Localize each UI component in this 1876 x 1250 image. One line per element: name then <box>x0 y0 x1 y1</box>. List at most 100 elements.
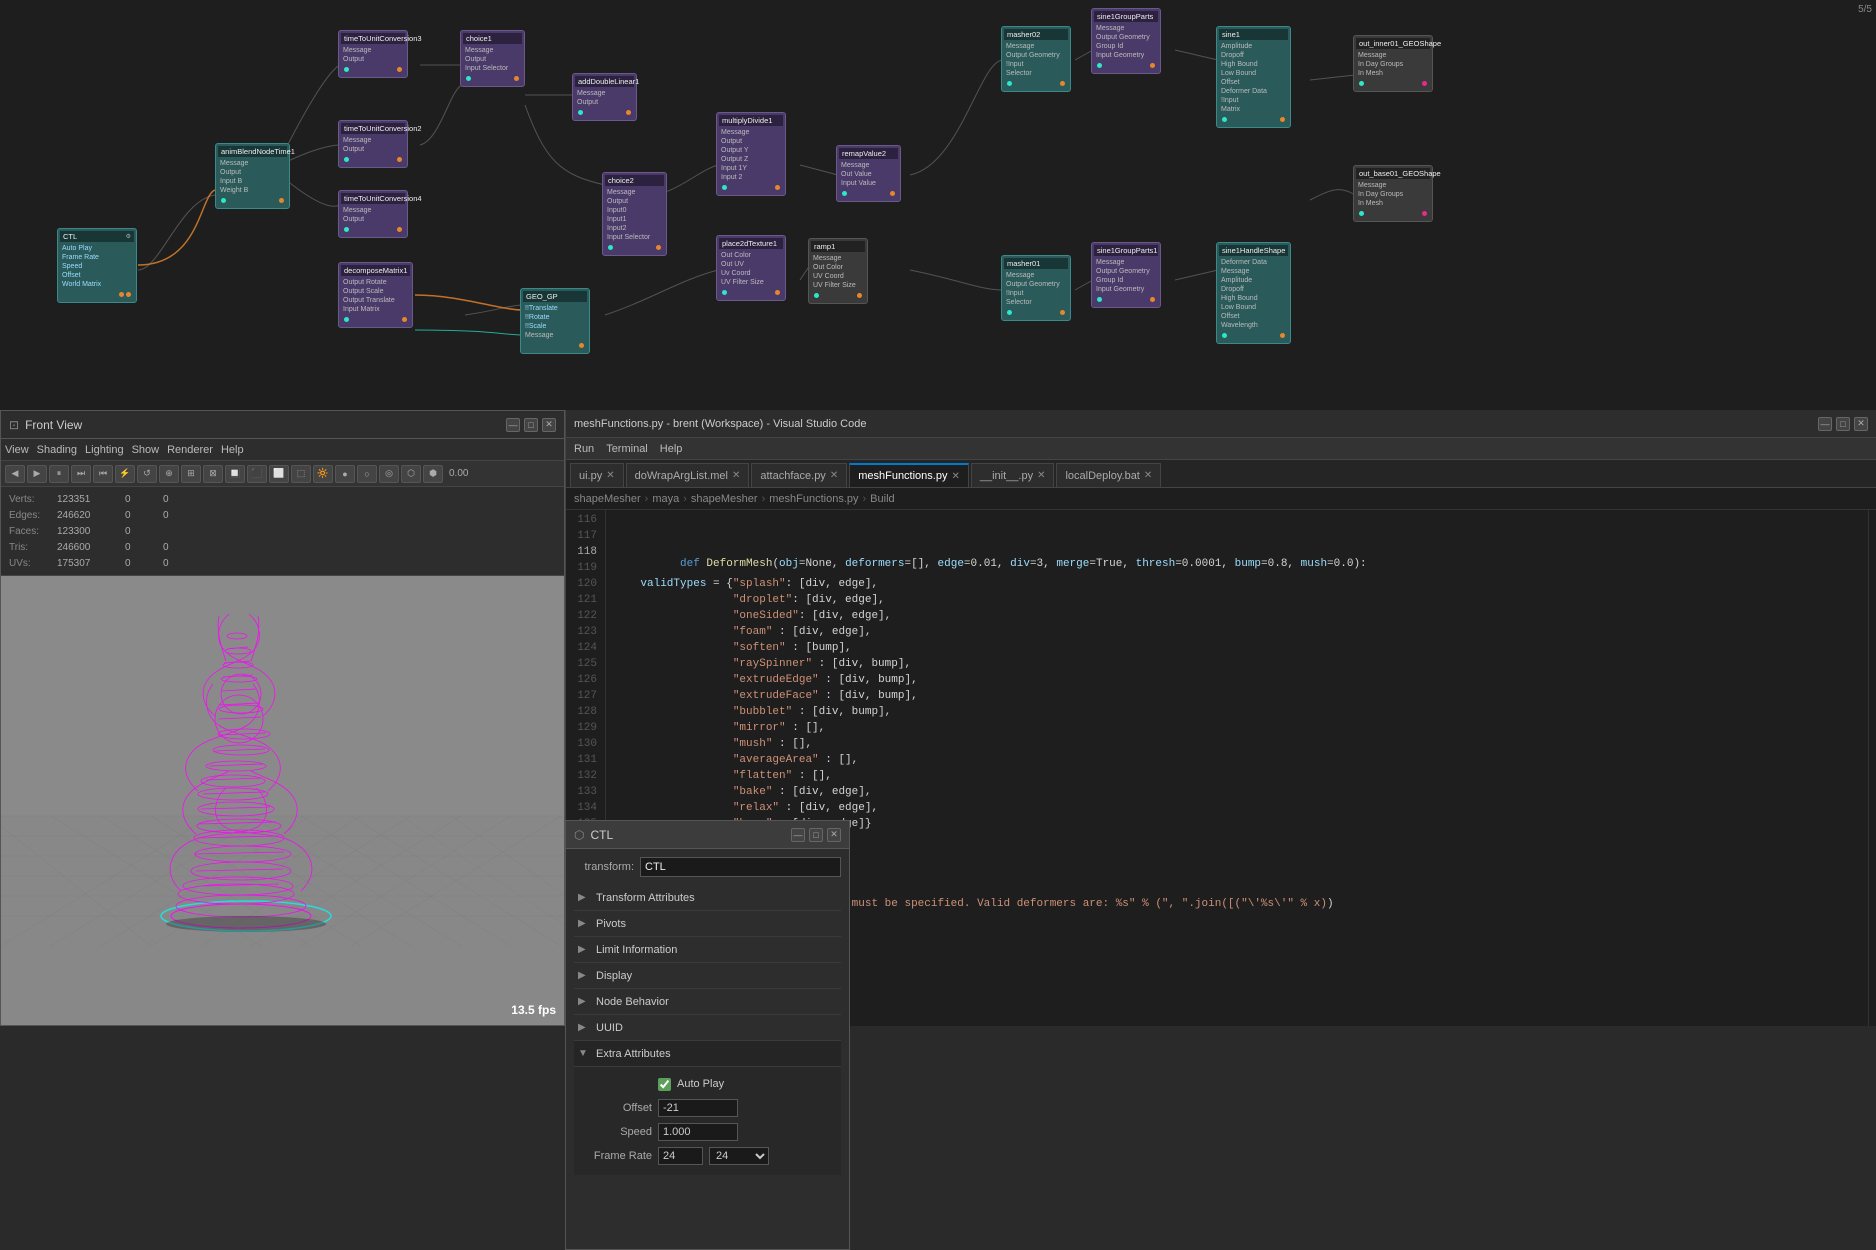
viewport-canvas[interactable]: 13.5 fps <box>1 576 564 1025</box>
tab-close-init[interactable]: ✕ <box>1037 470 1045 481</box>
node-animblend[interactable]: animBlendNodeTime1 Message Output Input … <box>215 143 290 209</box>
node-geogp[interactable]: GEO_GP !!Translate !!Rotate !!Scale Mess… <box>520 288 590 354</box>
section-uuid[interactable]: ▶ UUID <box>574 1015 841 1041</box>
toolbar-btn-4[interactable]: ⏭ <box>71 465 91 483</box>
tab-localdeploy[interactable]: localDeploy.bat ✕ <box>1056 463 1161 487</box>
maximize-btn[interactable]: □ <box>524 418 538 432</box>
speed-input[interactable] <box>658 1123 738 1141</box>
section-limit-info[interactable]: ▶ Limit Information <box>574 937 841 963</box>
breadcrumb-item-4[interactable]: meshFunctions.py <box>769 493 858 505</box>
toolbar-btn-3[interactable]: ⏸ <box>49 465 69 483</box>
node-masher01[interactable]: masher01 Message Output Geometry !Input … <box>1001 255 1071 321</box>
vscode-maximize[interactable]: □ <box>1836 417 1850 431</box>
node-ramp[interactable]: ramp1 Message Out Color UV Coord UV Filt… <box>808 238 868 304</box>
frame-rate-input[interactable] <box>658 1147 703 1165</box>
toolbar-btn-8[interactable]: ⊕ <box>159 465 179 483</box>
node-multiply[interactable]: multiplyDivide1 Message Output Output Y … <box>716 112 786 196</box>
node-remap[interactable]: remapValue2 Message Out Value Input Valu… <box>836 145 901 202</box>
toolbar-btn-15[interactable]: 🔆 <box>313 465 333 483</box>
toolbar-btn-1[interactable]: ◀ <box>5 465 25 483</box>
auto-play-label: Auto Play <box>677 1078 724 1090</box>
toolbar-btn-11[interactable]: 🔲 <box>225 465 245 483</box>
ctl-maximize-btn[interactable]: □ <box>809 828 823 842</box>
menu-show[interactable]: Show <box>132 444 160 456</box>
ln-130: 130 <box>566 738 605 754</box>
minimize-btn[interactable]: — <box>506 418 520 432</box>
node-add[interactable]: addDoubleLinear1 Message Output <box>572 73 637 121</box>
section-pivots[interactable]: ▶ Pivots <box>574 911 841 937</box>
tab-close-meshfunctions[interactable]: ✕ <box>951 471 959 482</box>
tab-init[interactable]: __init__.py ✕ <box>971 463 1055 487</box>
breadcrumb-item-2[interactable]: maya <box>652 493 679 505</box>
toolbar-btn-17[interactable]: ○ <box>357 465 377 483</box>
frame-rate-dropdown[interactable]: 24 25 30 48 60 <box>709 1147 769 1165</box>
toolbar-btn-18[interactable]: ◎ <box>379 465 399 483</box>
tab-close-ui[interactable]: ✕ <box>606 470 614 481</box>
menu-lighting[interactable]: Lighting <box>85 444 124 456</box>
menu-terminal[interactable]: Terminal <box>606 443 648 455</box>
auto-play-checkbox[interactable] <box>658 1078 671 1091</box>
menu-renderer[interactable]: Renderer <box>167 444 213 456</box>
toolbar-btn-16[interactable]: ● <box>335 465 355 483</box>
toolbar-btn-5[interactable]: ⏮ <box>93 465 113 483</box>
close-btn[interactable]: ✕ <box>542 418 556 432</box>
toolbar-btn-10[interactable]: ⊠ <box>203 465 223 483</box>
tab-close-attachface[interactable]: ✕ <box>830 470 838 481</box>
node-timeunit4[interactable]: timeToUnitConversion4 Message Output <box>338 190 408 238</box>
node-choice2[interactable]: choice2 Message Output Input0 Input1 Inp… <box>602 172 667 256</box>
toolbar-btn-19[interactable]: ⬡ <box>401 465 421 483</box>
node-timeunit2[interactable]: timeToUnitConversion2 Message Output <box>338 120 408 168</box>
node-place2d[interactable]: place2dTexture1 Out Color Out UV Uv Coor… <box>716 235 786 301</box>
transform-input[interactable] <box>640 857 841 877</box>
menu-shading[interactable]: Shading <box>37 444 77 456</box>
node-out-inner[interactable]: out_inner01_GEOShape Message In Day Grou… <box>1353 35 1433 92</box>
vscode-scrollbar[interactable] <box>1868 510 1876 1026</box>
toolbar-btn-13[interactable]: ⬜ <box>269 465 289 483</box>
offset-input[interactable] <box>658 1099 738 1117</box>
tab-ui-py[interactable]: ui.py ✕ <box>570 463 624 487</box>
vscode-minimize[interactable]: — <box>1818 417 1832 431</box>
section-display[interactable]: ▶ Display <box>574 963 841 989</box>
section-node-behavior[interactable]: ▶ Node Behavior <box>574 989 841 1015</box>
breadcrumb-item-3[interactable]: shapeMesher <box>691 493 758 505</box>
ctl-minimize-btn[interactable]: — <box>791 828 805 842</box>
node-masher02[interactable]: masher02 Message Output Geometry !Input … <box>1001 26 1071 92</box>
node-timeunit3[interactable]: timeToUnitConversion3 Message Output <box>338 30 408 78</box>
node-out-base[interactable]: out_base01_GEOShape Message In Day Group… <box>1353 165 1433 222</box>
toolbar-btn-7[interactable]: ↺ <box>137 465 157 483</box>
toolbar-btn-9[interactable]: ⊞ <box>181 465 201 483</box>
node-graph[interactable]: CTL ⚙ Auto Play Frame Rate Speed Offset … <box>0 0 1876 410</box>
front-view-title: ⊡ Front View <box>9 418 82 432</box>
toolbar-btn-14[interactable]: ⬚ <box>291 465 311 483</box>
section-extra-attrs[interactable]: ▼ Extra Attributes <box>574 1041 841 1067</box>
code-line-120: validTypes = {"splash": [div, edge], <box>614 578 1860 594</box>
tab-dowrap[interactable]: doWrapArgList.mel ✕ <box>626 463 750 487</box>
code-line-126: "extrudeEdge" : [div, bump], <box>614 674 1860 690</box>
menu-run[interactable]: Run <box>574 443 594 455</box>
toolbar-btn-6[interactable]: ⚡ <box>115 465 135 483</box>
node-ctl[interactable]: CTL ⚙ Auto Play Frame Rate Speed Offset … <box>57 228 137 303</box>
node-decompose[interactable]: decomposeMatrix1 Output Rotate Output Sc… <box>338 262 413 328</box>
ctl-close-btn[interactable]: ✕ <box>827 828 841 842</box>
node-sine1[interactable]: sine1 Amplitude Dropoff High Bound Low B… <box>1216 26 1291 128</box>
node-sine1gp1[interactable]: sine1GroupParts1 Message Output Geometry… <box>1091 242 1161 308</box>
vscode-close[interactable]: ✕ <box>1854 417 1868 431</box>
menu-help[interactable]: Help <box>221 444 244 456</box>
menu-view[interactable]: View <box>5 444 29 456</box>
node-sine1handle[interactable]: sine1HandleShape Deformer Data Message A… <box>1216 242 1291 344</box>
node-sine1gp[interactable]: sine1GroupParts Message Output Geometry … <box>1091 8 1161 74</box>
toolbar-btn-12[interactable]: ⬛ <box>247 465 267 483</box>
section-transform-attrs[interactable]: ▶ Transform Attributes <box>574 885 841 911</box>
toolbar-btn-2[interactable]: ▶ <box>27 465 47 483</box>
breadcrumb-item-1[interactable]: shapeMesher <box>574 493 641 505</box>
stat-val-verts: 123351 <box>57 494 117 505</box>
breadcrumb-item-5[interactable]: Build <box>870 493 894 505</box>
frame-rate-row: Frame Rate 24 25 30 48 60 <box>582 1145 833 1167</box>
tab-close-localdeploy[interactable]: ✕ <box>1144 470 1152 481</box>
menu-vscode-help[interactable]: Help <box>660 443 683 455</box>
node-choice1[interactable]: choice1 Message Output Input Selector <box>460 30 525 87</box>
toolbar-btn-20[interactable]: ⬢ <box>423 465 443 483</box>
tab-meshfunctions[interactable]: meshFunctions.py ✕ <box>849 463 969 487</box>
tab-close-dowrap[interactable]: ✕ <box>732 470 740 481</box>
tab-attachface[interactable]: attachface.py ✕ <box>751 463 847 487</box>
